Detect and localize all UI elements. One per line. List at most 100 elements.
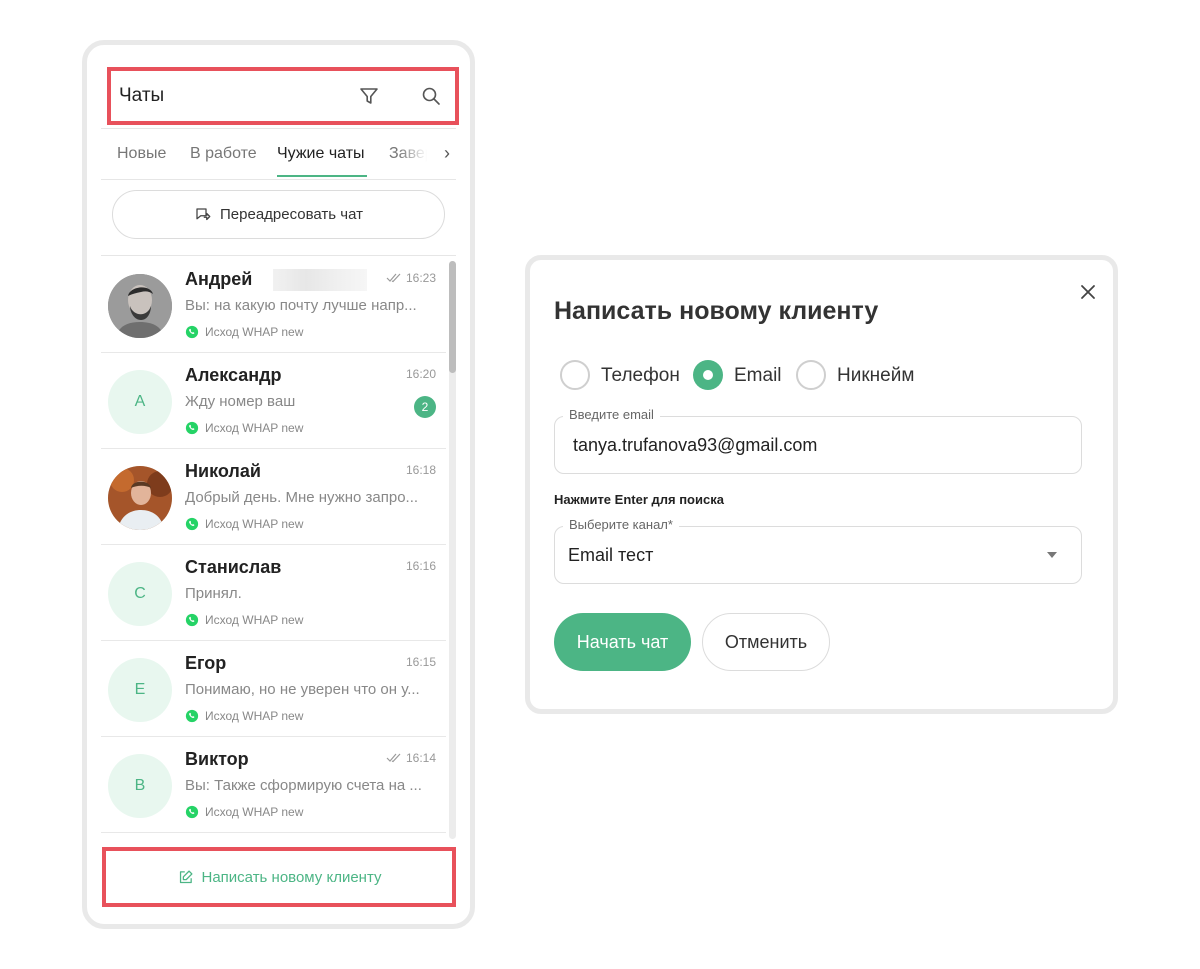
chat-item-andrey[interactable]: Андрей 16:23 Вы: на какую почту лучше на… [101, 257, 446, 353]
channel-select[interactable]: Выберите канал* Email тест [554, 517, 1082, 584]
header-divider [101, 128, 456, 129]
chat-channel-label: Исход WHAP new [205, 517, 304, 531]
avatar-photo [108, 466, 172, 530]
chat-name: Андрей [185, 269, 253, 289]
whatsapp-icon [185, 517, 199, 531]
search-icon[interactable] [419, 84, 443, 108]
whatsapp-icon [185, 325, 199, 339]
email-field[interactable]: Введите email tanya.trufanova93@gmail.co… [554, 407, 1082, 474]
tab-in-progress[interactable]: В работе [190, 145, 257, 163]
chevron-right-icon[interactable]: › [439, 143, 455, 167]
chat-item-stanislav[interactable]: С Станислав 16:16 Принял. Исход WHAP new [101, 545, 446, 641]
write-new-client-label: Написать новому клиенту [201, 868, 382, 886]
chat-name: Виктор [185, 749, 249, 769]
chat-time: 16:18 [405, 463, 436, 477]
chat-channel-label: Исход WHAP new [205, 421, 304, 435]
email-field-value[interactable]: tanya.trufanova93@gmail.com [573, 435, 1053, 456]
double-check-icon [386, 273, 401, 283]
chat-channel: Исход WHAP new [185, 421, 303, 435]
tabs-divider [101, 179, 456, 180]
chat-channel-label: Исход WHAP new [205, 805, 304, 819]
chat-last-message: Вы: на какую почту лучше напр... [185, 297, 417, 314]
forward-chat-label: Переадресовать чат [220, 206, 363, 223]
whatsapp-icon [185, 421, 199, 435]
chat-last-message: Жду номер ваш [185, 393, 296, 410]
chat-last-message: Добрый день. Мне нужно запро... [185, 489, 419, 506]
chat-name: Егор [185, 653, 227, 673]
new-client-dialog: Написать новому клиенту Телефон Email Ни… [525, 255, 1118, 714]
avatar-letter: А [134, 393, 146, 410]
avatar [108, 274, 172, 338]
chat-time: 16:14 [386, 751, 436, 765]
chat-header-title: Чаты [119, 85, 165, 106]
chat-time: 16:23 [386, 271, 436, 285]
chat-time-value: 16:23 [405, 271, 436, 285]
avatar-letter: С [134, 585, 146, 602]
chat-name: Александр [185, 365, 282, 385]
avatar [108, 466, 172, 530]
write-new-client-button[interactable]: Написать новому клиенту [106, 851, 452, 903]
chat-channel: Исход WHAP new [185, 517, 303, 531]
avatar-letter: В [134, 777, 146, 794]
chat-name: Станислав [185, 557, 282, 577]
avatar: А [108, 370, 172, 434]
forward-chat-button[interactable]: Переадресовать чат [112, 190, 445, 239]
chat-channel: Исход WHAP new [185, 709, 303, 723]
chat-item-nikolay[interactable]: Николай 16:18 Добрый день. Мне нужно зап… [101, 449, 446, 545]
tabs-fade [399, 143, 439, 169]
radio-email-label: Email [734, 365, 782, 386]
radio-nickname[interactable] [796, 360, 826, 390]
chat-last-message: Вы: Также сформирую счета на ... [185, 777, 422, 794]
radio-phone[interactable] [560, 360, 590, 390]
chat-list-scrollbar[interactable] [449, 261, 456, 373]
close-icon[interactable] [1076, 280, 1100, 304]
chat-channel-label: Исход WHAP new [205, 613, 304, 627]
chat-list: Андрей 16:23 Вы: на какую почту лучше на… [101, 257, 446, 835]
whatsapp-icon [185, 709, 199, 723]
dropdown-arrow-icon[interactable] [1047, 552, 1057, 558]
whatsapp-icon [185, 613, 199, 627]
chat-name: Николай [185, 461, 261, 481]
tab-others-chats[interactable]: Чужие чаты [277, 145, 365, 163]
channel-select-value: Email тест [568, 545, 654, 565]
avatar: В [108, 754, 172, 818]
unread-badge: 2 [414, 396, 436, 418]
list-top-divider [101, 255, 456, 256]
search-hint: Нажмите Enter для поиска [554, 492, 724, 507]
radio-phone-label: Телефон [601, 365, 680, 386]
active-tab-indicator [277, 175, 367, 177]
chat-channel: Исход WHAP new [185, 613, 303, 627]
chat-panel: Чаты Новые В работе Чужие чаты Завер › П… [82, 40, 475, 929]
dialog-title: Написать новому клиенту [554, 297, 879, 325]
chat-time: 16:15 [405, 655, 436, 669]
edit-icon [179, 869, 193, 883]
avatar-letter: Е [134, 681, 146, 698]
chat-channel-label: Исход WHAP new [205, 325, 304, 339]
tab-new[interactable]: Новые [117, 145, 166, 163]
redacted-surname [273, 269, 367, 291]
chat-channel-label: Исход WHAP new [205, 709, 304, 723]
radio-nickname-label: Никнейм [837, 365, 915, 386]
chat-last-message: Понимаю, но не уверен что он у... [185, 681, 420, 698]
start-chat-button[interactable]: Начать чат [554, 613, 691, 671]
avatar-photo [108, 274, 172, 338]
chat-item-egor[interactable]: Е Егор 16:15 Понимаю, но не уверен что о… [101, 641, 446, 737]
chat-last-message: Принял. [185, 585, 242, 602]
chat-item-alexander[interactable]: А Александр 16:20 Жду номер ваш 2 Исход … [101, 353, 446, 449]
email-field-label: Введите email [563, 407, 660, 422]
chat-time: 16:20 [405, 367, 436, 381]
chat-item-viktor[interactable]: В Виктор 16:14 Вы: Также сформирую счета… [101, 737, 446, 833]
whatsapp-icon [185, 805, 199, 819]
double-check-icon [386, 753, 401, 763]
chat-channel: Исход WHAP new [185, 805, 303, 819]
chat-header: Чаты [111, 70, 457, 122]
chat-time-value: 16:14 [405, 751, 436, 765]
chat-time: 16:16 [405, 559, 436, 573]
cancel-button[interactable]: Отменить [702, 613, 830, 671]
radio-email[interactable] [693, 360, 723, 390]
avatar: Е [108, 658, 172, 722]
avatar: С [108, 562, 172, 626]
filter-icon[interactable] [357, 84, 381, 108]
chat-channel: Исход WHAP new [185, 325, 303, 339]
forward-chat-icon [196, 207, 211, 220]
